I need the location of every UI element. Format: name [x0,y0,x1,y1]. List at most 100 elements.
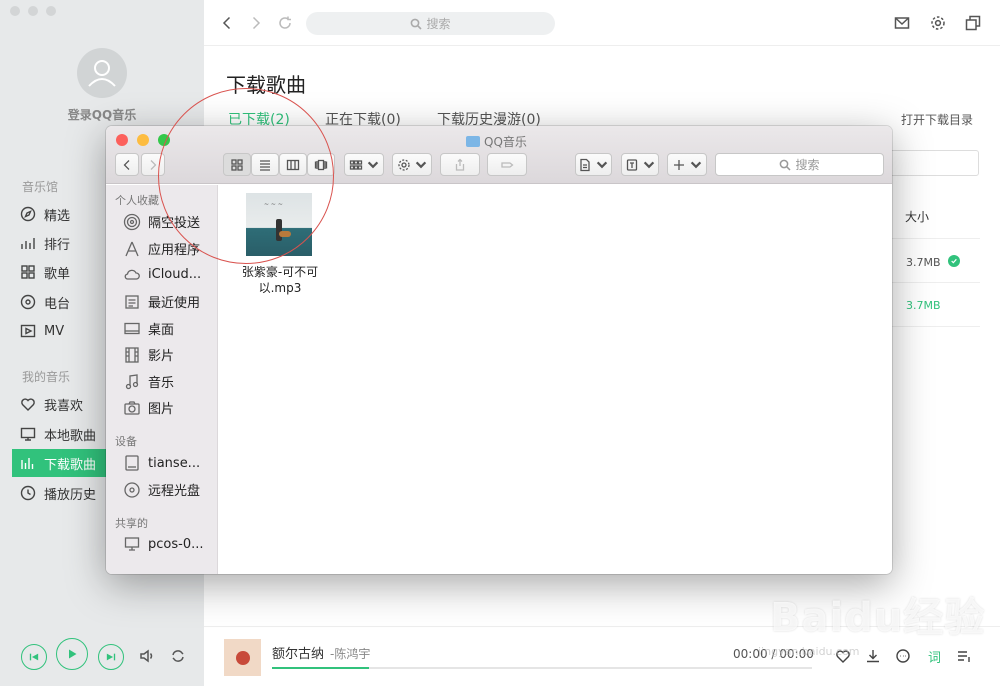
disk-icon [122,454,142,472]
sidebar-item-label: 本地歌曲 [44,428,97,444]
download-button[interactable] [864,647,882,665]
finder-item-recents[interactable]: 最近使用 [122,292,200,311]
search-icon [780,159,792,171]
close-dot[interactable] [10,6,20,16]
zoom-dot[interactable] [46,6,56,16]
grid-icon [20,264,36,280]
sidebar-item-label: 电台 [44,296,71,312]
finder-section-favorites: 个人收藏 [115,194,159,207]
messages-button[interactable] [893,14,911,32]
size-column-header[interactable]: 大小 [905,208,929,225]
forward-button[interactable] [247,14,265,32]
share-icon [455,158,465,171]
finder-item-movies[interactable]: 影片 [122,345,174,364]
chevron-down-icon [596,161,608,168]
download-icon [867,650,879,663]
avatar[interactable] [77,48,127,98]
sidebar-item-label: 排行 [44,237,71,253]
bars-icon [20,455,36,471]
progress-fill [272,667,370,669]
refresh-button[interactable] [276,14,294,32]
finder-back-button[interactable] [115,153,139,176]
play-icon [69,649,77,659]
applications-icon [122,240,142,258]
mini-mode-button[interactable] [964,14,982,32]
song-title[interactable]: 额尔古纳 [272,643,324,662]
downloaded-check-icon [948,255,960,267]
finder-close-button[interactable] [116,134,128,146]
group-button[interactable] [344,153,384,176]
clock-icon [20,485,36,501]
back-button[interactable] [218,14,236,32]
next-button[interactable] [98,644,124,670]
finder-minimize-button[interactable] [137,134,149,146]
radio-icon [20,294,36,310]
finder-item-label: iCloud... [148,266,202,282]
open-download-folder-link[interactable]: 打开下载目录 [901,111,973,128]
row-divider [880,238,980,239]
settings-button[interactable] [929,14,947,32]
window-controls-dim [10,6,56,16]
sidebar-item-label: MV [44,323,65,339]
finder-content: ~ ~ ~ 张紫豪-可不可以.mp3 [219,185,892,574]
row-divider [880,326,980,327]
finder-title: QQ音乐 [466,133,527,150]
progress-bar[interactable] [272,667,812,669]
open-with-button[interactable] [621,153,659,176]
finder-title-text: QQ音乐 [484,135,527,149]
music-note-icon [122,373,142,391]
search-input[interactable]: 搜索 [306,12,555,35]
chevron-left-icon [222,16,231,30]
refresh-icon [279,16,291,29]
desktop-icon [122,320,142,338]
sidebar-item-label: 我喜欢 [44,398,84,414]
comment-button[interactable] [894,647,912,665]
finder-item-music[interactable]: 音乐 [122,372,174,391]
volume-button[interactable] [138,647,156,665]
chevron-right-icon [252,16,261,30]
playlist-button[interactable] [955,647,973,665]
album-cover[interactable] [224,639,261,676]
finder-item-remote-disc[interactable]: 远程光盘 [122,480,200,499]
compass-icon [20,206,36,222]
user-icon [88,60,116,87]
video-icon [20,323,36,339]
finder-search-input[interactable]: 搜索 [715,153,884,176]
finder-item-desktop[interactable]: 桌面 [122,319,174,338]
file-action-button[interactable] [575,153,612,176]
size-cell: 3.7MB [906,256,941,269]
play-button[interactable] [56,638,88,670]
gear-icon [397,158,410,171]
finder-item-pictures[interactable]: 图片 [122,398,174,417]
filter-input[interactable] [880,150,979,176]
document-icon [580,158,590,171]
finder-item-label: 图片 [148,402,175,417]
recents-icon [122,293,142,311]
tag-icon [501,161,514,168]
film-icon [122,346,142,364]
song-artist[interactable]: -陈鸿宇 [330,645,370,662]
finder-item-icloud[interactable]: iCloud... [122,265,201,283]
minimize-dot[interactable] [28,6,38,16]
new-item-button[interactable] [667,153,707,176]
finder-item-shared-computer[interactable]: pcos-0... [122,535,204,553]
previous-button[interactable] [21,644,47,670]
search-placeholder: 搜索 [426,17,451,31]
row-divider [880,282,980,283]
finder-item-disk[interactable]: tianse... [122,454,200,472]
share-button[interactable] [440,153,480,176]
login-link[interactable]: 登录QQ音乐 [0,106,204,123]
watermark-url: jingyan.baidu.com [758,645,860,658]
tags-button[interactable] [487,153,527,176]
lyrics-button[interactable]: 词 [928,647,941,666]
action-button[interactable] [392,153,432,176]
comment-icon [896,649,910,663]
folder-icon [466,136,480,147]
size-cell: 3.7MB [906,299,941,312]
file-name[interactable]: 张紫豪-可不可以.mp3 [231,264,329,296]
finder-item-label: 远程光盘 [148,484,201,499]
loop-button[interactable] [169,647,187,665]
computer-icon [122,535,142,553]
airdrop-icon [122,213,142,231]
section-my-music: 我的音乐 [22,370,71,384]
